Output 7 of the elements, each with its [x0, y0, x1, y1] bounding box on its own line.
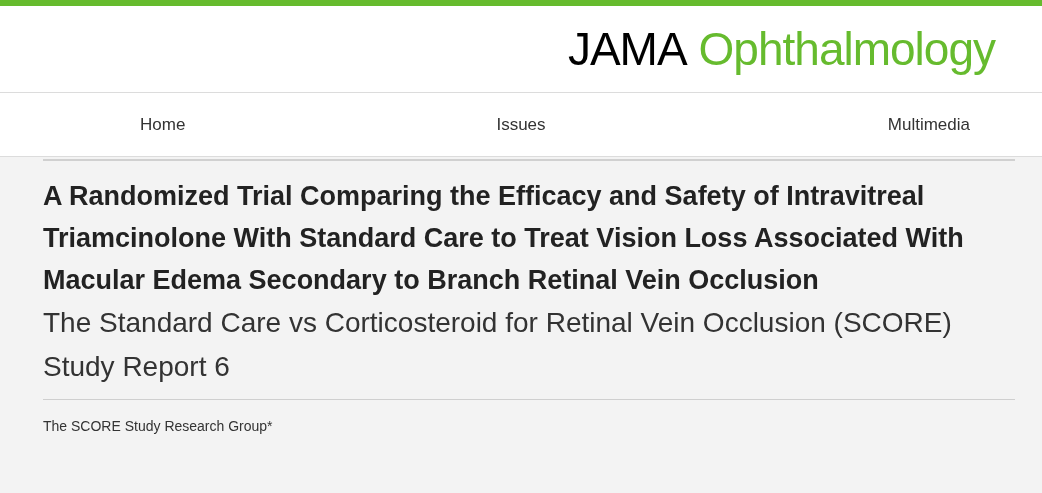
nav-link[interactable]: Issues [496, 111, 546, 138]
logo-wordmark: JAMA [567, 26, 687, 72]
author-line: The SCORE Study Research Group* [43, 417, 274, 436]
nav-link[interactable]: Multimedia [887, 111, 1042, 138]
nav-link[interactable]: Home [0, 111, 186, 138]
article-subtitle: The Standard Care vs Corticosteroid for Retinal Vein Occlusion (SCORE) Study Report 6 [43, 306, 953, 384]
article-title: A Randomized Trial Comparing the Efficacy and Safety of Intravitreal Triamcinolone With Standard Care to Treat Vision Loss Associated With Macular Edema Secondary to Branch Retinal Vein Occlusion [43, 180, 965, 297]
